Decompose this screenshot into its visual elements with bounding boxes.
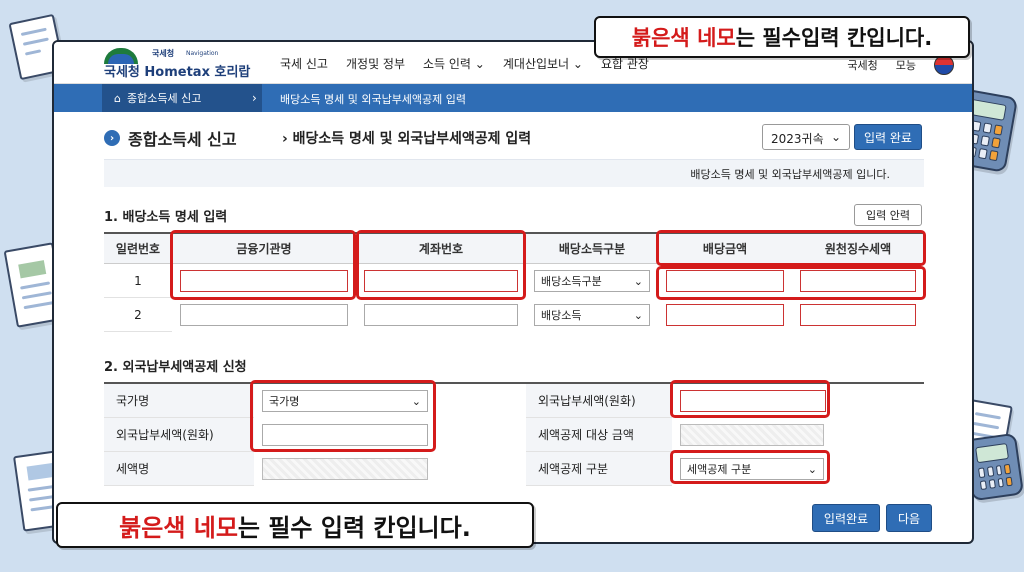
dividend-type-select-value: 배당소득 (541, 309, 582, 322)
header-utility: 국세청 모능 (847, 55, 954, 75)
hometax-logo[interactable]: 국세청 Navigation 국세청 Hometax 호리랍 (104, 46, 254, 80)
deduction-type-label: 세액공제 구분 (526, 452, 672, 486)
reset-button[interactable]: 입력 안력 (854, 204, 922, 226)
col-header-dividend-type: 배당소득구분 (526, 232, 658, 264)
page-title-text: 종합소득세 신고 (128, 130, 237, 149)
foreign-tax-label: 외국납부세액(원화) (104, 418, 254, 452)
dividend-type-select[interactable]: 배당소득구분 ⌄ (534, 270, 650, 292)
hometax-window: 국세청 Navigation 국세청 Hometax 호리랍 국세 신고 개정및… (52, 40, 974, 544)
col-header-serial: 일련번호 (104, 232, 172, 264)
year-select[interactable]: 2023귀속 ⌄ (762, 124, 850, 150)
required-highlight (656, 230, 926, 266)
dividend-type-select[interactable]: 배당소득 ⌄ (534, 304, 650, 326)
withholding-tax-input[interactable] (800, 304, 916, 326)
logo-nav-text: Navigation (186, 50, 219, 57)
notice-bar: 배당소득 명세 및 외국납부세액공제 입니다. (104, 159, 924, 187)
tax-name-label: 세액명 (104, 452, 254, 486)
chevron-right-icon: › (252, 91, 257, 105)
country-label: 국가명 (104, 384, 254, 418)
chevron-down-icon: ⌄ (830, 130, 841, 144)
menu-item[interactable]: 국세 신고 (280, 55, 328, 72)
account-number-input[interactable] (364, 304, 518, 326)
menu-item[interactable]: 소득 인력 ⌄ (423, 55, 485, 72)
breadcrumb-current: 배당소득 명세 및 외국납부세액공제 입력 (280, 93, 467, 106)
chevron-down-icon: ⌄ (633, 308, 643, 322)
complete-button[interactable]: 입력완료 (812, 504, 880, 532)
menu-item[interactable]: 개정및 정부 (346, 55, 405, 72)
dividend-type-select-value: 배당소득구분 (541, 275, 602, 288)
breadcrumb: ⌂ 종합소득세 신고 › 배당소득 명세 및 외국납부세액공제 입력 (54, 84, 972, 112)
required-highlight (356, 230, 526, 300)
required-field-caption-top: 붉은색 네모 는 필수입력 칸입니다. (594, 16, 970, 58)
caption-text: 는 필수 입력 칸입니다. (237, 513, 471, 542)
required-field-caption-bottom: 붉은색 네모 는 필수 입력 칸입니다. (56, 502, 534, 548)
section2-title: 2. 외국납부세액공제 신청 (104, 360, 247, 375)
main-menu: 국세 신고 개정및 정부 소득 인력 ⌄ 계대산입보너 ⌄ 요합 관장 (280, 55, 649, 72)
required-highlight (670, 450, 830, 484)
next-button[interactable]: 다음 (886, 504, 932, 532)
logo-brand-text: 국세청 Hometax 호리랍 (104, 65, 251, 80)
caption-red-text: 붉은색 네모 (631, 26, 736, 50)
deduction-target-label: 세액공제 대상 금액 (526, 418, 672, 452)
section1-title: 1. 배당소득 명세 입력 (104, 210, 228, 225)
submit-top-button[interactable]: 입력 완료 (854, 124, 922, 150)
chevron-right-icon: › (282, 131, 293, 147)
government-emblem-icon (934, 55, 954, 75)
year-select-value: 2023귀속 (771, 132, 824, 146)
required-highlight (170, 230, 356, 300)
tax-name-field (262, 458, 428, 480)
required-highlight (250, 380, 436, 452)
breadcrumb-home-label: 종합소득세 신고 (126, 92, 202, 105)
menu-item[interactable]: 계대산입보너 ⌄ (503, 55, 583, 72)
page-title: › 종합소득세 신고 (104, 126, 237, 150)
home-icon: ⌂ (114, 91, 121, 105)
page-subtitle-text: 배당소득 명세 및 외국납부세액공제 입력 (292, 131, 532, 147)
chevron-down-icon: ⌄ (633, 274, 643, 288)
required-highlight (670, 380, 830, 418)
row-serial: 1 (104, 264, 172, 298)
page-subtitle: › 배당소득 명세 및 외국납부세액공제 입력 (282, 128, 531, 148)
chevron-right-icon: › (104, 130, 120, 146)
breadcrumb-home[interactable]: ⌂ 종합소득세 신고 (102, 84, 262, 112)
row-serial: 2 (104, 298, 172, 332)
caption-text: 는 필수입력 칸입니다. (735, 26, 933, 50)
header-link[interactable]: 국세청 (847, 57, 877, 73)
required-highlight (656, 266, 926, 300)
caption-red-text: 붉은색 네모 (119, 513, 238, 542)
foreign-tax-label: 외국납부세액(원화) (526, 384, 672, 418)
header-link[interactable]: 모능 (896, 57, 916, 73)
logo-small-text: 국세청 (152, 49, 175, 58)
dividend-amount-input[interactable] (666, 304, 784, 326)
bank-name-input[interactable] (180, 304, 348, 326)
deduction-target-amount (680, 424, 824, 446)
